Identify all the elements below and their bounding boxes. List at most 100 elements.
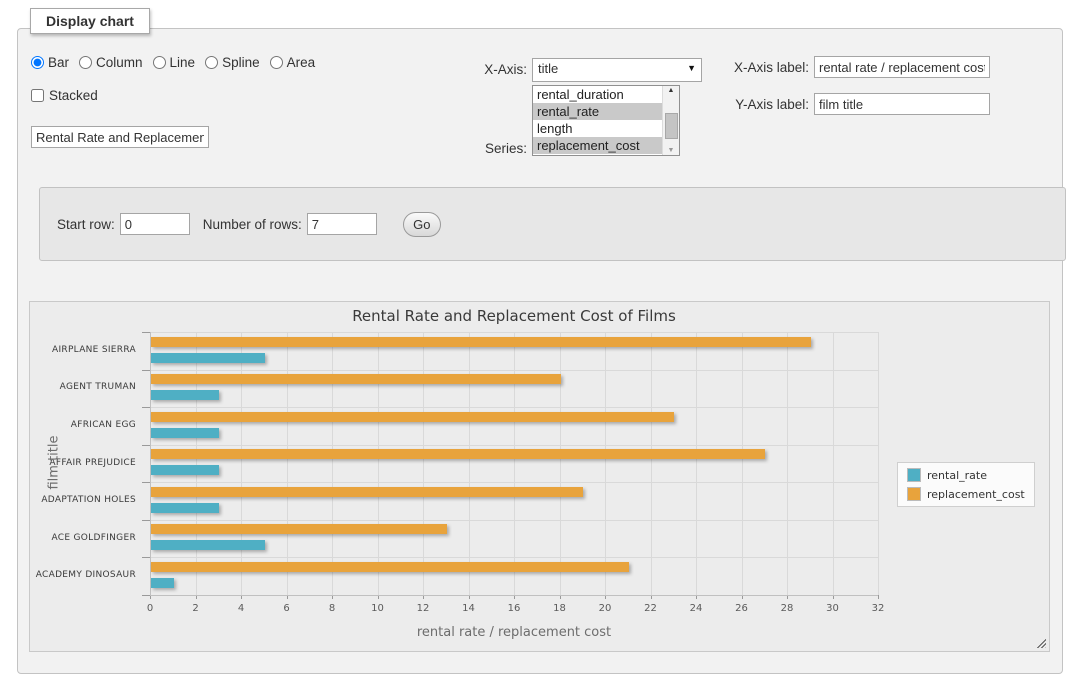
chart-type-option-column[interactable]: Column bbox=[79, 55, 143, 70]
chart-container: Rental Rate and Replacement Cost of Film… bbox=[29, 301, 1050, 652]
x-gridline bbox=[514, 332, 515, 595]
y-axis-line bbox=[150, 332, 151, 595]
y-axis-label-input[interactable] bbox=[814, 93, 990, 115]
series-multiselect[interactable]: rental_duration rental_rate length repla… bbox=[532, 85, 680, 156]
y-axis-tick bbox=[142, 520, 150, 521]
y-axis-tick bbox=[142, 445, 150, 446]
chart-bar-replacement_cost[interactable] bbox=[151, 524, 447, 534]
num-rows-input[interactable] bbox=[307, 213, 377, 235]
y-axis-title: film title bbox=[47, 402, 62, 522]
chart-type-label: Spline bbox=[222, 55, 260, 70]
x-axis-label-label: X-Axis label: bbox=[725, 60, 809, 75]
x-tick-label: 10 bbox=[363, 603, 393, 614]
y-axis-tick bbox=[142, 332, 150, 333]
y-gridline bbox=[150, 332, 878, 333]
series-options: rental_duration rental_rate length repla… bbox=[533, 86, 662, 155]
x-tick-label: 26 bbox=[727, 603, 757, 614]
x-gridline bbox=[651, 332, 652, 595]
chart-bar-replacement_cost[interactable] bbox=[151, 374, 561, 384]
start-row-input[interactable] bbox=[120, 213, 190, 235]
chart-type-option-line[interactable]: Line bbox=[153, 55, 196, 70]
chart-bar-rental_rate[interactable] bbox=[151, 390, 219, 400]
y-gridline bbox=[150, 445, 878, 446]
go-button[interactable]: Go bbox=[403, 212, 441, 237]
y-axis-tick bbox=[142, 370, 150, 371]
x-tick-label: 18 bbox=[545, 603, 575, 614]
x-gridline bbox=[196, 332, 197, 595]
chart-bar-rental_rate[interactable] bbox=[151, 540, 265, 550]
chart-bar-replacement_cost[interactable] bbox=[151, 449, 765, 459]
chart-type-radio-line[interactable] bbox=[153, 56, 166, 69]
x-gridline bbox=[241, 332, 242, 595]
legend-item-rental_rate[interactable]: rental_rate bbox=[907, 468, 1025, 482]
chart-type-option-bar[interactable]: Bar bbox=[31, 55, 69, 70]
series-scrollbar[interactable]: ▲ ▼ bbox=[662, 86, 679, 155]
chart-type-radio-area[interactable] bbox=[270, 56, 283, 69]
x-tick-label: 8 bbox=[317, 603, 347, 614]
y-gridline bbox=[150, 370, 878, 371]
chart-type-radio-column[interactable] bbox=[79, 56, 92, 69]
y-gridline bbox=[150, 407, 878, 408]
num-rows-label: Number of rows: bbox=[203, 217, 302, 232]
x-gridline bbox=[378, 332, 379, 595]
y-gridline bbox=[150, 482, 878, 483]
chart-bar-rental_rate[interactable] bbox=[151, 353, 265, 363]
chart-type-option-area[interactable]: Area bbox=[270, 55, 316, 70]
y-axis-tick bbox=[142, 482, 150, 483]
chart-bar-rental_rate[interactable] bbox=[151, 578, 174, 588]
series-select-label: Series: bbox=[469, 141, 527, 156]
scrollbar-thumb[interactable] bbox=[665, 113, 678, 139]
chart-title-input[interactable] bbox=[31, 126, 209, 148]
chart-type-radio-spline[interactable] bbox=[205, 56, 218, 69]
dropdown-arrow-icon: ▼ bbox=[687, 63, 696, 73]
chart-bar-rental_rate[interactable] bbox=[151, 503, 219, 513]
x-gridline bbox=[787, 332, 788, 595]
chart-type-radio-bar[interactable] bbox=[31, 56, 44, 69]
x-tick-label: 32 bbox=[863, 603, 893, 614]
category-label: ACE GOLDFINGER bbox=[30, 533, 136, 543]
chart-bar-rental_rate[interactable] bbox=[151, 465, 219, 475]
page: Display chart Bar Column Line Spline Are… bbox=[0, 0, 1081, 681]
chart-bar-replacement_cost[interactable] bbox=[151, 337, 811, 347]
fieldset-legend: Display chart bbox=[30, 8, 150, 34]
x-gridline bbox=[423, 332, 424, 595]
x-axis-select-label: X-Axis: bbox=[469, 62, 527, 77]
x-tick-label: 22 bbox=[636, 603, 666, 614]
x-gridline bbox=[833, 332, 834, 595]
scroll-down-icon[interactable]: ▼ bbox=[663, 147, 679, 154]
legend-label: rental_rate bbox=[927, 469, 987, 482]
chart-type-option-spline[interactable]: Spline bbox=[205, 55, 260, 70]
x-tick-label: 30 bbox=[818, 603, 848, 614]
x-tick-label: 4 bbox=[226, 603, 256, 614]
chart-bar-replacement_cost[interactable] bbox=[151, 487, 583, 497]
x-tick-label: 20 bbox=[590, 603, 620, 614]
chart-type-label: Column bbox=[96, 55, 143, 70]
x-axis-select[interactable]: title ▼ bbox=[532, 58, 702, 82]
legend-item-replacement_cost[interactable]: replacement_cost bbox=[907, 487, 1025, 501]
y-axis-tick bbox=[142, 557, 150, 558]
series-option[interactable]: length bbox=[533, 120, 662, 137]
chart-bar-rental_rate[interactable] bbox=[151, 428, 219, 438]
chart-type-label: Area bbox=[287, 55, 316, 70]
y-axis-tick bbox=[142, 407, 150, 408]
chart-bar-replacement_cost[interactable] bbox=[151, 412, 674, 422]
scroll-up-icon[interactable]: ▲ bbox=[663, 87, 679, 94]
y-gridline bbox=[150, 557, 878, 558]
x-axis-label-input[interactable] bbox=[814, 56, 990, 78]
stacked-label: Stacked bbox=[49, 88, 98, 103]
x-tick-label: 16 bbox=[499, 603, 529, 614]
x-axis-title: rental rate / replacement cost bbox=[150, 625, 878, 640]
stacked-checkbox[interactable] bbox=[31, 89, 44, 102]
x-gridline bbox=[742, 332, 743, 595]
x-gridline bbox=[560, 332, 561, 595]
resize-handle-icon[interactable] bbox=[1035, 637, 1046, 648]
legend-swatch-icon bbox=[907, 487, 921, 501]
x-axis-selected-value: title bbox=[538, 61, 558, 76]
series-option[interactable]: rental_rate bbox=[533, 103, 662, 120]
chart-bar-replacement_cost[interactable] bbox=[151, 562, 629, 572]
category-label: ACADEMY DINOSAUR bbox=[30, 570, 136, 580]
series-option[interactable]: rental_duration bbox=[533, 86, 662, 103]
series-option[interactable]: replacement_cost bbox=[533, 137, 662, 154]
x-tick-label: 0 bbox=[135, 603, 165, 614]
stacked-option[interactable]: Stacked bbox=[31, 88, 98, 103]
